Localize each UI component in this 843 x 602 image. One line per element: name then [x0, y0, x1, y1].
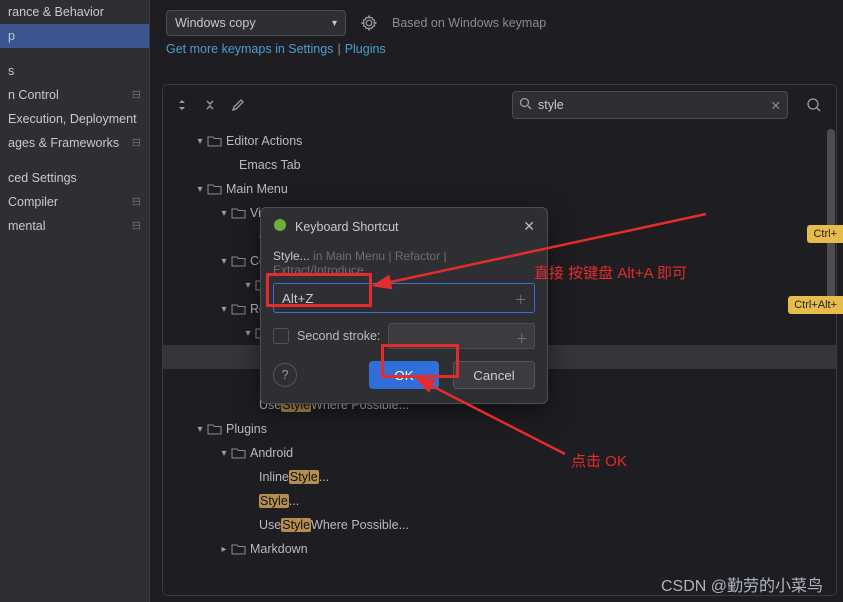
chevron-down-icon[interactable]: ▾ — [217, 208, 231, 219]
chevron-down-icon[interactable]: ▾ — [193, 136, 207, 147]
annotation-box-input — [266, 273, 372, 307]
help-button[interactable]: ? — [273, 363, 297, 387]
shortcut-badge-ctrlalt: Ctrl+Alt+ — [788, 296, 843, 314]
plugins-link[interactable]: Plugins — [345, 42, 386, 56]
chevron-down-icon: ▾ — [332, 18, 337, 29]
project-icon: ⊟ — [132, 195, 141, 208]
close-button[interactable]: ✕ — [523, 218, 535, 235]
collapse-all-button[interactable] — [199, 94, 221, 116]
chevron-down-icon[interactable]: ▾ — [193, 184, 207, 195]
plus-icon[interactable]: ＋ — [515, 328, 528, 347]
annotation-text-1: 直接 按键盘 Alt+A 即可 — [534, 262, 687, 283]
folder-icon — [207, 423, 222, 435]
dialog-title: Keyboard Shortcut — [295, 220, 399, 234]
tree-main-menu[interactable]: Main Menu — [226, 182, 288, 196]
second-stroke-label: Second stroke: — [297, 329, 380, 343]
tree-markdown[interactable]: Markdown — [250, 542, 308, 556]
search-input[interactable] — [538, 98, 765, 112]
gear-icon[interactable] — [358, 12, 380, 34]
folder-icon — [207, 135, 222, 147]
sidebar-item-s[interactable]: s — [0, 59, 149, 83]
project-icon: ⊟ — [132, 219, 141, 232]
tree-android[interactable]: Android — [250, 446, 293, 460]
chevron-right-icon[interactable]: ▸ — [217, 544, 231, 555]
folder-icon — [231, 303, 246, 315]
chevron-down-icon[interactable]: ▾ — [217, 448, 231, 459]
sidebar-item-advanced[interactable]: ced Settings — [0, 166, 149, 190]
plus-icon[interactable]: ＋ — [514, 289, 527, 308]
project-icon: ⊟ — [132, 88, 141, 101]
second-stroke-checkbox[interactable] — [273, 328, 289, 344]
folder-icon — [231, 207, 246, 219]
vertical-scrollbar[interactable] — [827, 129, 835, 309]
sidebar-item-build-exec[interactable]: Execution, Deployment — [0, 107, 149, 131]
expand-all-button[interactable] — [171, 94, 193, 116]
folder-icon — [207, 183, 222, 195]
search-icon — [519, 97, 532, 113]
folder-icon — [231, 447, 246, 459]
edit-shortcut-button[interactable] — [227, 94, 249, 116]
settings-sidebar: rance & Behavior p s n Control⊟ Executio… — [0, 0, 150, 602]
sidebar-item-appearance[interactable]: rance & Behavior — [0, 0, 149, 24]
folder-icon — [231, 543, 246, 555]
sidebar-item-languages[interactable]: ages & Frameworks⊟ — [0, 131, 149, 155]
keymap-select[interactable]: Windows copy ▾ — [166, 10, 346, 36]
tree-plugins[interactable]: Plugins — [226, 422, 267, 436]
shortcut-badge-ctrl: Ctrl+ — [807, 225, 843, 243]
chevron-down-icon[interactable]: ▾ — [217, 256, 231, 267]
annotation-text-2: 点击 OK — [571, 450, 627, 471]
folder-icon — [231, 255, 246, 267]
chevron-down-icon[interactable]: ▾ — [241, 280, 255, 291]
watermark: CSDN @勤劳的小菜鸟 — [661, 572, 823, 596]
search-field[interactable]: ✕ — [512, 91, 788, 119]
sidebar-item-keymap[interactable]: p — [0, 24, 149, 48]
project-icon: ⊟ — [132, 136, 141, 149]
sidebar-item-version-control[interactable]: n Control⊟ — [0, 83, 149, 107]
based-on-text: Based on Windows keymap — [392, 16, 546, 30]
clear-search-button[interactable]: ✕ — [771, 98, 781, 113]
chevron-down-icon[interactable]: ▾ — [193, 424, 207, 435]
cancel-button[interactable]: Cancel — [453, 361, 535, 389]
chevron-down-icon[interactable]: ▾ — [241, 328, 255, 339]
sidebar-item-experimental[interactable]: mental⊟ — [0, 214, 149, 238]
keymap-select-value: Windows copy — [175, 16, 256, 30]
annotation-box-ok — [381, 344, 459, 378]
sidebar-item-compiler[interactable]: Compiler⊟ — [0, 190, 149, 214]
find-action-by-shortcut-button[interactable] — [800, 91, 828, 119]
tree-editor-actions[interactable]: Editor Actions — [226, 134, 302, 148]
android-icon — [273, 218, 287, 235]
get-keymaps-link[interactable]: Get more keymaps in Settings — [166, 42, 333, 56]
chevron-down-icon[interactable]: ▾ — [217, 304, 231, 315]
tree-emacs-tab[interactable]: Emacs Tab — [239, 158, 301, 172]
